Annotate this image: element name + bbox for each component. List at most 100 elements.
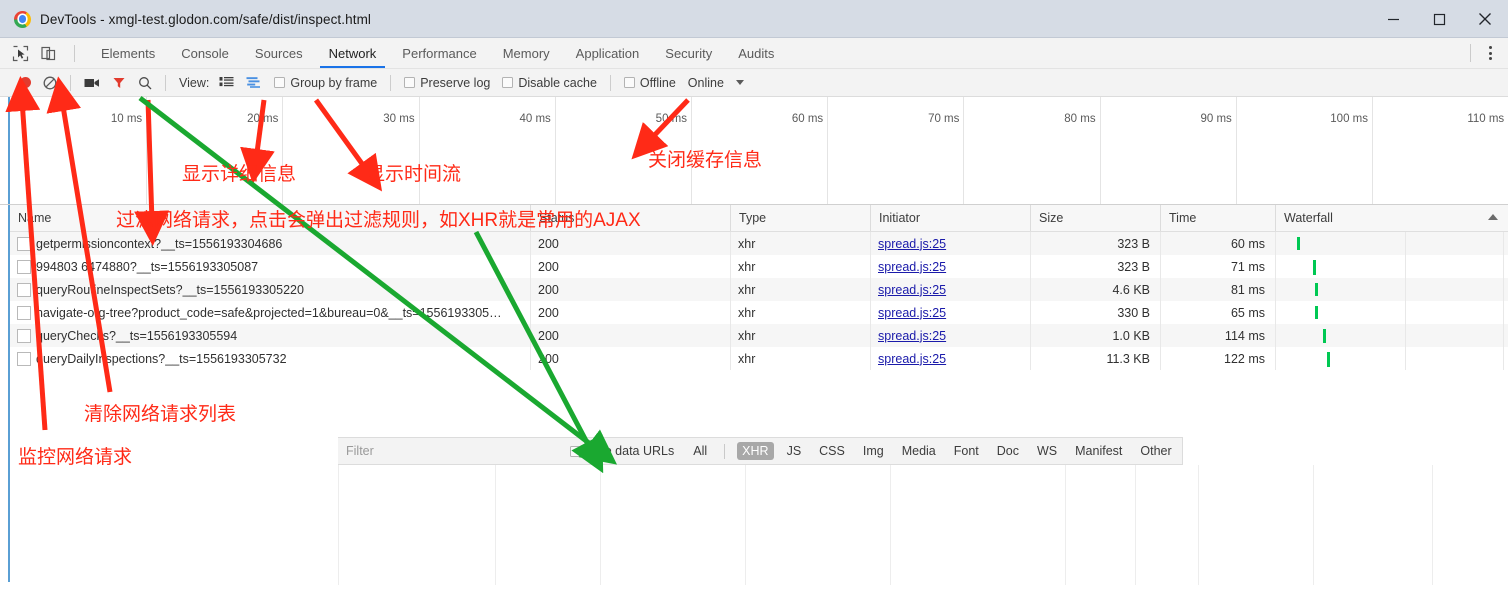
type-filter-xhr[interactable]: XHR: [737, 442, 774, 460]
table-header: Name Status Type Initiator Size Time Waterfall: [10, 205, 1508, 232]
timeline-tick-label: 50 ms: [655, 113, 687, 125]
sort-ascending-icon[interactable]: [1488, 214, 1498, 220]
use-large-rows-button[interactable]: [213, 70, 240, 96]
cell-time: 65 ms: [1230, 305, 1265, 320]
cell-status: 200: [538, 282, 559, 297]
column-header-type[interactable]: Type: [730, 205, 870, 231]
clear-icon: [43, 76, 57, 89]
throttling-select[interactable]: Online: [682, 70, 730, 96]
checkbox-icon: [502, 77, 514, 88]
tab-security[interactable]: Security: [652, 38, 725, 68]
tab-label: Elements: [101, 45, 156, 61]
cell-waterfall: [1275, 232, 1508, 255]
device-toolbar-icon: [41, 46, 56, 60]
initiator-link[interactable]: spread.js:25: [878, 237, 946, 251]
timeline-tick-label: 20 ms: [247, 113, 279, 125]
column-divider: [1030, 232, 1031, 370]
search-button[interactable]: [132, 70, 158, 96]
type-filter-manifest[interactable]: Manifest: [1070, 442, 1127, 460]
timeline-ruler[interactable]: 10 ms 20 ms 30 ms 40 ms 50 ms 60 ms 70 ms 80 ms…: [10, 97, 1508, 205]
inspect-element-button[interactable]: [12, 45, 29, 62]
timeline-tick-label: 100 ms: [1330, 113, 1368, 125]
maximize-button[interactable]: [1416, 0, 1462, 38]
waterfall-bar: [1315, 306, 1318, 319]
resource-type-filters: All XHR JS CSS Img Media Font Doc WS Manifest Othe…: [684, 442, 1180, 460]
group-by-frame-checkbox[interactable]: Group by frame: [268, 70, 383, 96]
tab-memory[interactable]: Memory: [490, 38, 563, 68]
column-header-initiator[interactable]: Initiator: [870, 205, 1030, 231]
cell-name: navigate-org-tree?product_code=safe&proj…: [36, 305, 502, 320]
initiator-link[interactable]: spread.js:25: [878, 260, 946, 274]
cell-type: xhr: [738, 328, 756, 343]
type-filter-js[interactable]: JS: [782, 442, 807, 460]
hide-data-urls-checkbox[interactable]: Hide data URLs: [570, 444, 674, 458]
grid-divider: [600, 465, 601, 585]
tab-label: Audits: [738, 45, 775, 61]
timeline-tick: 100 ms: [1330, 97, 1373, 205]
preserve-log-checkbox[interactable]: Preserve log: [398, 70, 496, 96]
throttling-label: Online: [687, 75, 724, 90]
tab-performance[interactable]: Performance: [389, 38, 489, 68]
column-header-size[interactable]: Size: [1030, 205, 1160, 231]
type-filter-media[interactable]: Media: [897, 442, 941, 460]
checkbox-icon: [570, 445, 581, 457]
cell-type: xhr: [738, 259, 756, 274]
table-row[interactable]: 994803 6474880?__ts=1556193305087 200 xhr s…: [10, 255, 1508, 278]
column-header-label: Status: [539, 211, 575, 225]
capture-screenshots-button[interactable]: [78, 70, 106, 96]
column-header-label: Type: [739, 211, 767, 225]
column-header-waterfall[interactable]: Waterfall: [1275, 205, 1508, 231]
cell-time: 60 ms: [1230, 236, 1265, 251]
column-header-time[interactable]: Time: [1160, 205, 1275, 231]
initiator-link[interactable]: spread.js:25: [878, 329, 946, 343]
checkbox-icon: [623, 77, 635, 88]
type-filter-all[interactable]: All: [688, 442, 712, 460]
tabbar-divider: [74, 45, 75, 62]
tab-console[interactable]: Console: [168, 38, 242, 68]
column-header-label: Name: [18, 211, 52, 225]
type-filter-doc[interactable]: Doc: [992, 442, 1024, 460]
type-filter-ws[interactable]: WS: [1032, 442, 1062, 460]
tab-network[interactable]: Network: [316, 38, 390, 68]
tab-elements[interactable]: Elements: [88, 38, 168, 68]
table-row[interactable]: queryRoutineInspectSets?__ts=15561933052…: [10, 278, 1508, 301]
device-toolbar-button[interactable]: [40, 45, 57, 62]
record-button[interactable]: [14, 70, 37, 96]
group-by-frame-label: Group by frame: [290, 75, 378, 90]
type-filter-other[interactable]: Other: [1135, 442, 1176, 460]
filter-input[interactable]: [344, 441, 506, 461]
initiator-link[interactable]: spread.js:25: [878, 352, 946, 366]
show-overview-button[interactable]: [240, 70, 268, 96]
type-filter-img[interactable]: Img: [858, 442, 889, 460]
clear-button[interactable]: [37, 70, 63, 96]
disable-cache-checkbox[interactable]: Disable cache: [496, 70, 603, 96]
table-row[interactable]: getpermissioncontext?__ts=1556193304686 2…: [10, 232, 1508, 255]
waterfall-bar: [1315, 283, 1318, 296]
cell-initiator: spread.js:25: [870, 347, 1030, 370]
filter-button[interactable]: [106, 70, 132, 96]
column-header-status[interactable]: Status: [530, 205, 730, 231]
filter-bar: Hide data URLs All XHR JS CSS Img Media Font Do…: [338, 437, 1183, 465]
throttling-caret[interactable]: [730, 70, 750, 96]
column-header-name[interactable]: Name: [10, 205, 530, 231]
tab-label: Sources: [254, 45, 303, 61]
column-divider: [730, 232, 731, 370]
type-filter-css[interactable]: CSS: [814, 442, 850, 460]
timeline-tick: 80 ms: [1064, 97, 1101, 205]
table-row[interactable]: queryDailyInspections?__ts=1556193305732…: [10, 347, 1508, 370]
tab-audits[interactable]: Audits: [725, 38, 787, 68]
type-filter-font[interactable]: Font: [949, 442, 984, 460]
table-row[interactable]: navigate-org-tree?product_code=safe&proj…: [10, 301, 1508, 324]
table-row[interactable]: queryChecks?__ts=1556193305594 200 xhr spre…: [10, 324, 1508, 347]
grid-divider: [1065, 465, 1066, 585]
minimize-button[interactable]: [1370, 0, 1416, 38]
kebab-menu-icon[interactable]: [1482, 44, 1498, 62]
offline-checkbox[interactable]: Offline: [618, 70, 682, 96]
initiator-link[interactable]: spread.js:25: [878, 306, 946, 320]
tab-application[interactable]: Application: [563, 38, 653, 68]
cell-type: xhr: [738, 351, 756, 366]
close-button[interactable]: [1462, 0, 1508, 38]
initiator-link[interactable]: spread.js:25: [878, 283, 946, 297]
tab-sources[interactable]: Sources: [242, 38, 316, 68]
timeline-tick-label: 30 ms: [383, 113, 415, 125]
